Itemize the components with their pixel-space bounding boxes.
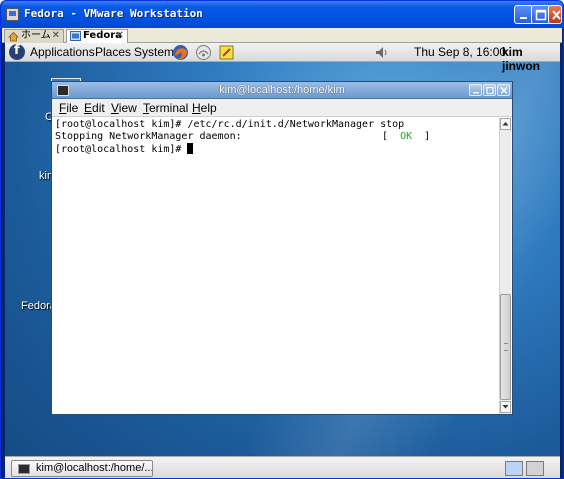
vmware-titlebar[interactable]: Fedora - VMware Workstation — [1, 1, 563, 28]
menu-view[interactable]: View — [111, 101, 137, 115]
maximize-icon — [486, 86, 494, 95]
minimize-icon — [473, 92, 479, 94]
app-icon — [6, 8, 19, 21]
menu-file[interactable]: File — [59, 101, 78, 115]
minimize-icon — [520, 17, 527, 19]
taskbar-terminal-button[interactable]: kim@localhost:/home/... — [11, 460, 153, 477]
chevron-up-icon — [502, 122, 509, 126]
terminal-line-text: Stopping NetworkManager daemon: — [55, 131, 242, 142]
clock[interactable]: Thu Sep 8, 16:00 — [414, 45, 506, 59]
terminal-prompt: [root@localhost kim]# — [55, 144, 188, 155]
terminal-scrollbar[interactable] — [499, 118, 511, 414]
window-title: Fedora - VMware Workstation — [24, 7, 203, 20]
terminal-title: kim@localhost:/home/kim — [219, 84, 345, 96]
close-icon — [552, 10, 561, 20]
scroll-up-arrow[interactable] — [500, 118, 511, 130]
workspace-2[interactable] — [526, 461, 544, 476]
guest-screen[interactable]: Applications Places System Thu Sep 8, 16… — [5, 43, 560, 478]
vmware-window: Fedora - VMware Workstation ホーム ✕ Fedora… — [0, 0, 564, 479]
tab-fedora[interactable]: Fedora ✕ — [66, 29, 128, 43]
terminal-titlebar[interactable]: kim@localhost:/home/kim — [52, 82, 512, 99]
tab-home-label: ホーム — [21, 30, 51, 41]
home-icon — [8, 31, 19, 42]
terminal-maximize-button[interactable] — [483, 84, 496, 96]
tab-home[interactable]: ホーム ✕ — [4, 29, 64, 43]
menu-applications[interactable]: Applications — [30, 45, 95, 59]
user-name[interactable]: kim jinwon — [502, 45, 560, 73]
menu-edit[interactable]: Edit — [84, 101, 105, 115]
tab-fedora-close-icon[interactable]: ✕ — [116, 30, 124, 42]
terminal-icon — [18, 464, 30, 474]
terminal-window[interactable]: kim@localhost:/home/kim File Edit View T… — [51, 81, 513, 415]
fedora-tab-icon — [70, 31, 81, 41]
scrollbar-grip — [504, 343, 508, 351]
menu-help[interactable]: Help — [192, 101, 217, 115]
tab-home-close-icon[interactable]: ✕ — [52, 30, 60, 42]
vmware-tab-strip: ホーム ✕ Fedora ✕ — [2, 28, 562, 43]
menu-system[interactable]: System — [134, 45, 174, 59]
terminal-menubar: File Edit View Terminal Help — [52, 99, 512, 117]
terminal-minimize-button[interactable] — [469, 84, 482, 96]
bottom-panel: kim@localhost:/home/... — [5, 456, 560, 478]
fedora-logo[interactable] — [9, 43, 25, 60]
close-button[interactable] — [548, 5, 562, 24]
chevron-down-icon — [502, 405, 509, 409]
terminal-prompt-line: [root@localhost kim]# — [55, 143, 498, 155]
speaker-icon[interactable] — [373, 44, 390, 61]
terminal-line: [root@localhost kim]# /etc/rc.d/init.d/N… — [55, 119, 405, 130]
top-panel: Applications Places System Thu Sep 8, 16… — [5, 43, 560, 73]
firefox-icon[interactable] — [172, 44, 189, 61]
network-icon[interactable] — [195, 44, 212, 61]
status-close-bracket: ] — [424, 131, 431, 142]
scroll-down-arrow[interactable] — [500, 401, 511, 413]
status-ok: OK — [400, 131, 413, 142]
terminal-close-button[interactable] — [497, 84, 510, 96]
menu-places[interactable]: Places — [95, 45, 131, 59]
scrollbar-thumb[interactable] — [500, 294, 511, 400]
status-badge: [ OK ] — [382, 131, 430, 143]
menu-terminal[interactable]: Terminal — [143, 101, 188, 115]
status-open-bracket: [ — [382, 131, 389, 142]
text-cursor — [187, 143, 194, 154]
notes-icon[interactable] — [218, 44, 235, 61]
taskbar-terminal-label: kim@localhost:/home/... — [36, 462, 153, 474]
terminal-line: Stopping NetworkManager daemon: [ OK ] — [55, 131, 498, 143]
maximize-icon — [535, 9, 547, 21]
terminal-output[interactable]: [root@localhost kim]# /etc/rc.d/init.d/N… — [52, 118, 498, 414]
close-icon — [500, 87, 508, 94]
workspace-1[interactable] — [505, 461, 523, 476]
